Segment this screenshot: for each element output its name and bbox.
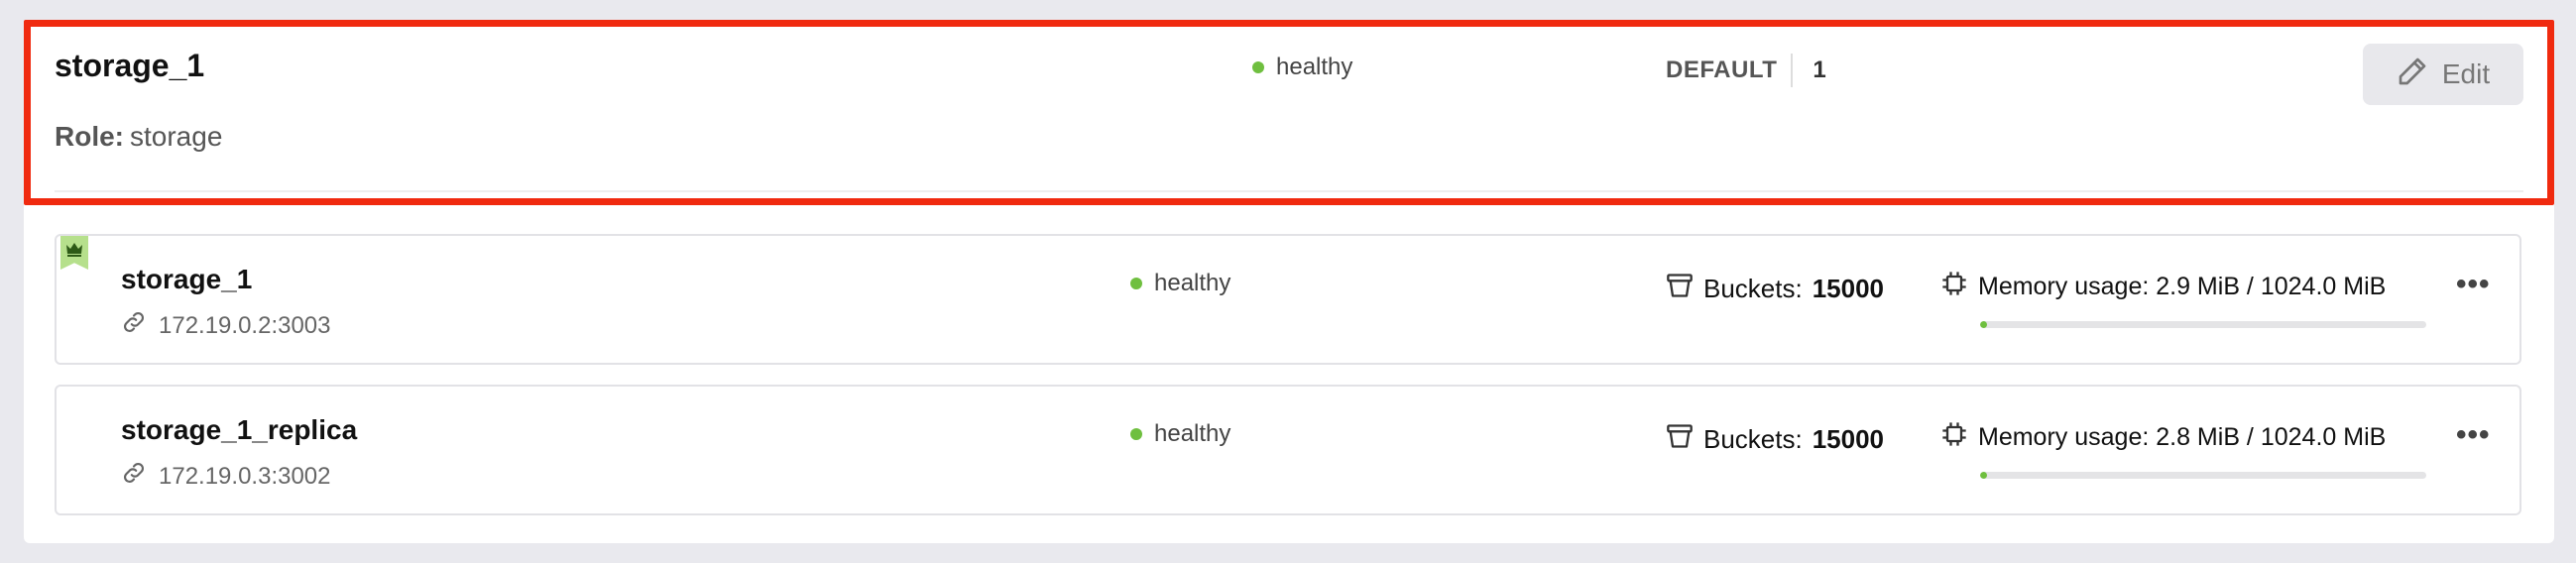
instance-name: storage_1_replica [121, 414, 358, 445]
replicaset-status: healthy [1252, 54, 1352, 81]
status-text: healthy [1154, 420, 1231, 447]
replicaset-name: storage_1 [55, 48, 205, 83]
instance-uri: 172.19.0.2:3003 [121, 309, 331, 342]
more-icon[interactable]: ••• [2456, 268, 2491, 301]
vshard-group: DEFAULT 1 [1666, 54, 1826, 87]
instance-status: healthy [1130, 420, 1230, 448]
replicaset-role: Role: storage [55, 121, 222, 153]
status-dot [1130, 428, 1142, 440]
instance-uri: 172.19.0.3:3002 [121, 460, 331, 493]
chip-icon [1940, 420, 1968, 455]
uri-text: 172.19.0.3:3002 [159, 462, 331, 490]
weight-divider [1791, 54, 1794, 87]
instance-row[interactable]: storage_1_replica 172.19.0.3:3002 health… [55, 385, 2521, 515]
buckets-value: 15000 [1812, 274, 1885, 303]
memory-bar-fill [1980, 472, 1987, 479]
instance-status: healthy [1130, 270, 1230, 297]
edit-label: Edit [2441, 58, 2491, 89]
uri-text: 172.19.0.2:3003 [159, 311, 331, 339]
weight-label: DEFAULT [1666, 56, 1778, 83]
crown-icon [60, 236, 88, 270]
memory-text: Memory usage: 2.9 MiB / 1024.0 MiB [1978, 273, 2387, 300]
buckets-label: Buckets: [1703, 424, 1803, 454]
bucket-icon [1666, 422, 1694, 457]
memory-bar-fill [1980, 321, 1987, 328]
status-dot [1252, 61, 1264, 73]
buckets-count: Buckets: 15000 [1666, 422, 1884, 457]
memory-text: Memory usage: 2.8 MiB / 1024.0 MiB [1978, 423, 2387, 451]
role-value: storage [130, 121, 223, 152]
instance-row[interactable]: storage_1 172.19.0.2:3003 healthy Bucket… [55, 234, 2521, 365]
bucket-icon [1666, 272, 1694, 306]
role-label: Role: [55, 121, 124, 152]
instance-name: storage_1 [121, 264, 253, 294]
weight-value: 1 [1813, 56, 1826, 83]
buckets-label: Buckets: [1703, 274, 1803, 303]
memory-usage: Memory usage: 2.9 MiB / 1024.0 MiB [1940, 270, 2484, 328]
status-text: healthy [1154, 270, 1231, 296]
status-dot [1130, 278, 1142, 289]
buckets-count: Buckets: 15000 [1666, 272, 1884, 306]
buckets-value: 15000 [1812, 424, 1885, 454]
chip-icon [1940, 270, 1968, 304]
replicaset-header: storage_1 Role: storage healthy DEFAULT 1… [55, 44, 2523, 192]
link-icon [121, 309, 147, 342]
status-text: healthy [1276, 54, 1353, 80]
pencil-icon [2397, 56, 2428, 94]
link-icon [121, 460, 147, 493]
more-icon[interactable]: ••• [2456, 418, 2491, 452]
memory-bar [1980, 472, 2426, 479]
memory-bar [1980, 321, 2426, 328]
edit-button[interactable]: Edit [2363, 44, 2523, 105]
header-divider [55, 190, 2523, 192]
memory-usage: Memory usage: 2.8 MiB / 1024.0 MiB [1940, 420, 2484, 479]
